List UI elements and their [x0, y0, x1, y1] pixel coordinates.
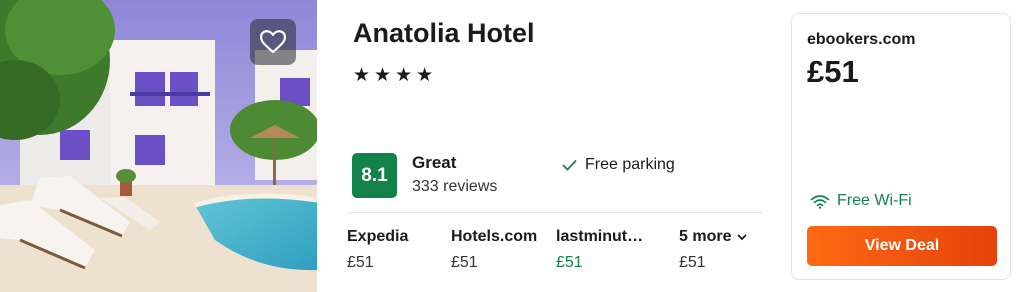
provider-price: £51 [679, 254, 706, 271]
provider-price: £51 [556, 254, 583, 271]
rating-score-badge[interactable]: 8.1 [352, 153, 397, 198]
provider-expedia[interactable]: Expedia £51 [347, 228, 408, 272]
divider [347, 212, 763, 213]
hotel-photo[interactable] [0, 0, 317, 292]
favorite-button[interactable] [250, 19, 296, 65]
more-providers: 5 more [679, 228, 748, 246]
deal-provider-name: ebookers.com [807, 31, 916, 48]
more-providers-label: 5 more [679, 228, 732, 245]
hotel-info: Anatolia Hotel ★★★★ 8.1 Great 333 review… [347, 0, 767, 292]
deal-price: £51 [807, 54, 859, 89]
more-providers-button[interactable]: 5 more £51 [679, 228, 748, 272]
wifi-icon [810, 194, 830, 209]
provider-price: £51 [347, 254, 374, 271]
hotel-name[interactable]: Anatolia Hotel [353, 18, 535, 49]
provider-lastminute[interactable]: lastminut… £51 [556, 228, 643, 272]
provider-name: Hotels.com [451, 228, 538, 245]
check-icon [562, 159, 577, 171]
view-deal-button[interactable]: View Deal [807, 226, 997, 266]
provider-name: Expedia [347, 228, 409, 245]
chevron-down-icon [737, 233, 748, 240]
rating-label[interactable]: Great [412, 153, 456, 173]
heart-icon [260, 30, 286, 54]
amenity-free-wifi: Free Wi-Fi [810, 192, 912, 210]
amenity-free-parking: Free parking [562, 156, 675, 174]
provider-price: £51 [451, 254, 478, 271]
star-rating: ★★★★ [353, 65, 438, 86]
wifi-label: Free Wi-Fi [837, 192, 912, 209]
deal-card[interactable]: ebookers.com £51 Free Wi-Fi View Deal [791, 13, 1011, 280]
provider-hotels-com[interactable]: Hotels.com £51 [451, 228, 537, 272]
amenity-label: Free parking [585, 156, 675, 173]
provider-name: lastminut… [556, 228, 644, 245]
review-count[interactable]: 333 reviews [412, 178, 497, 196]
